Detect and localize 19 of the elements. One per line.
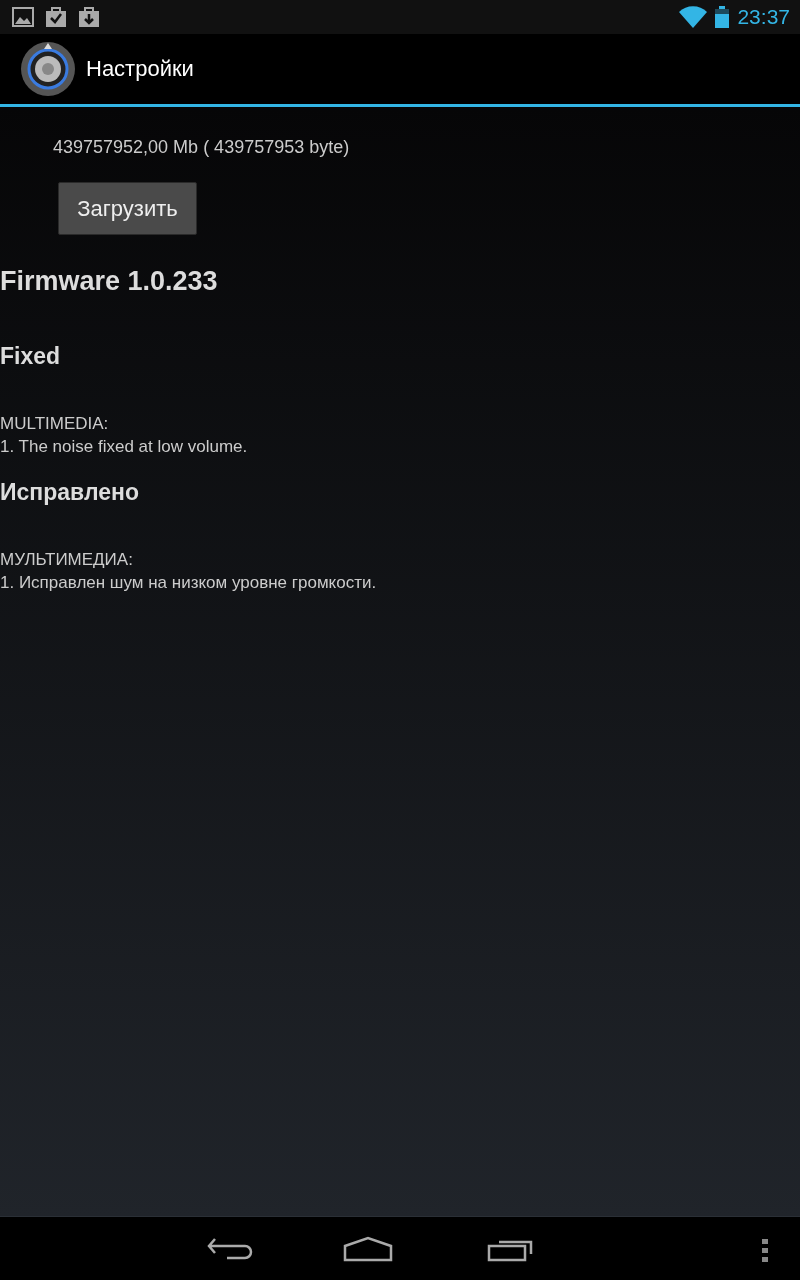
category-label: MULTIMEDIA: [0, 414, 109, 434]
image-icon [12, 7, 34, 27]
clock-time: 23:37 [737, 5, 790, 29]
download-bag-icon [78, 6, 100, 28]
file-size-text: 439757952,00 Mb ( 439757953 byte) [53, 137, 350, 158]
wifi-icon [679, 6, 708, 28]
knob-icon[interactable] [20, 41, 76, 97]
home-icon[interactable] [343, 1235, 393, 1262]
firmware-title: Firmware 1.0.233 [0, 266, 218, 297]
section-heading: Fixed [0, 343, 61, 370]
screen-title: Настройки [86, 56, 194, 82]
checked-bag-icon [45, 6, 67, 28]
download-button[interactable]: Загрузить [58, 182, 197, 235]
change-item: 1. Исправлен шум на низком уровне громкости. [0, 573, 377, 593]
menu-icon[interactable] [762, 1239, 768, 1263]
change-item: 1. The noise fixed at low volume. [0, 437, 248, 457]
section-heading: Исправлено [0, 479, 139, 506]
battery-icon [715, 6, 730, 28]
category-label: МУЛЬТИМЕДИА: [0, 550, 133, 570]
